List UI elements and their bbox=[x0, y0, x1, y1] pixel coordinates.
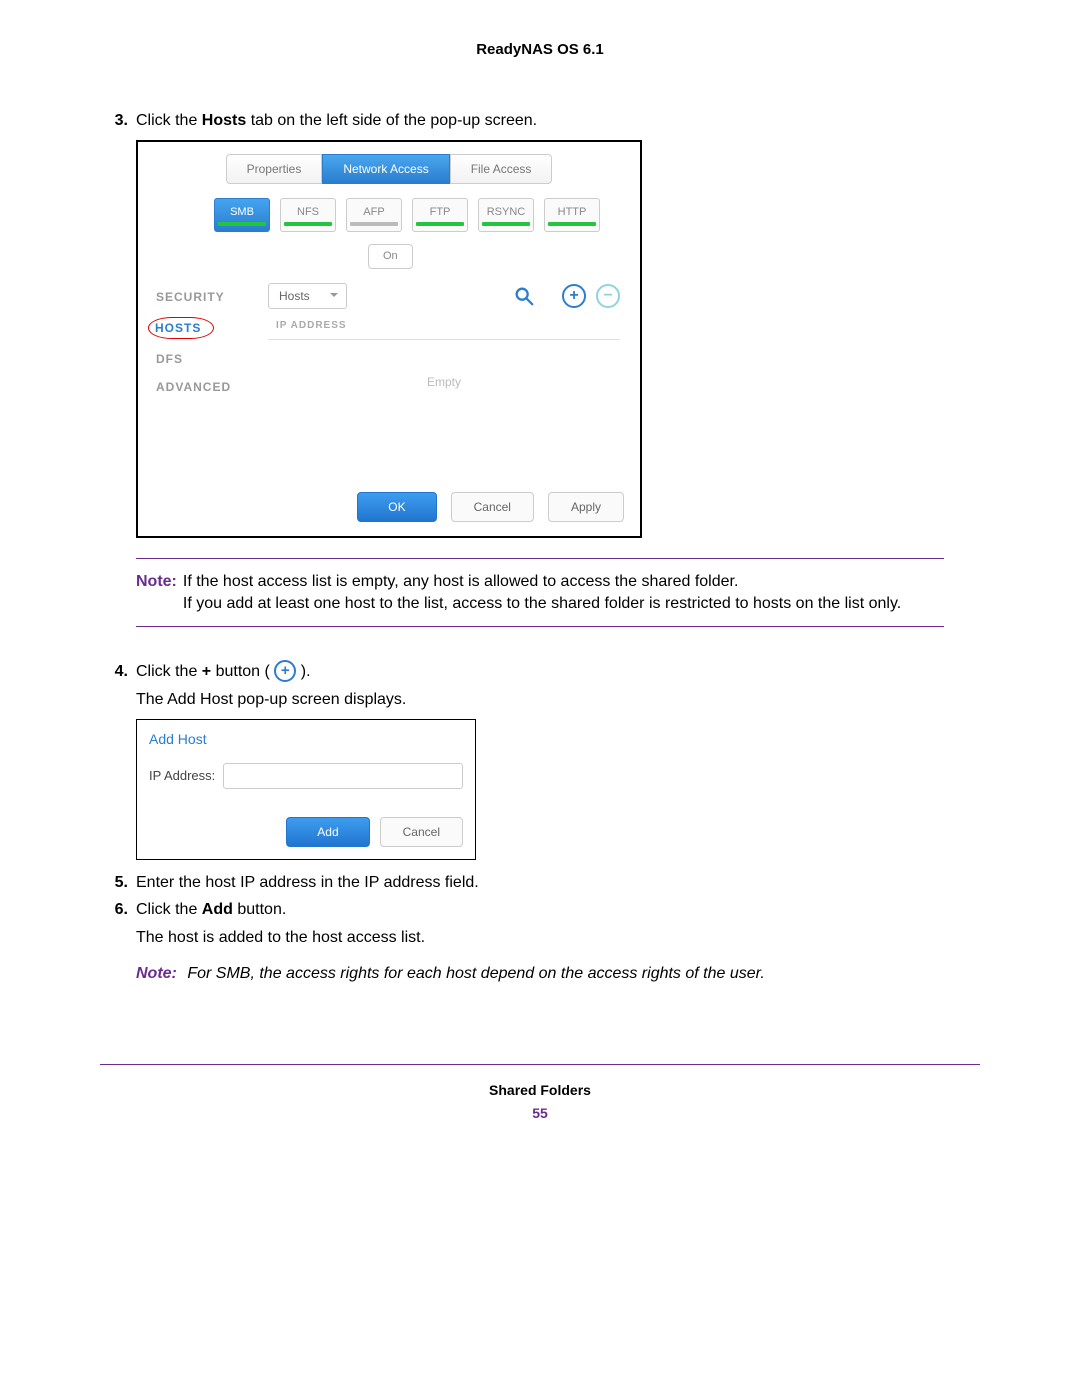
protocol-http-label: HTTP bbox=[545, 205, 599, 220]
step-3-num: 3. bbox=[100, 110, 128, 132]
empty-list-text: Empty bbox=[268, 340, 620, 480]
protocol-nfs-label: NFS bbox=[281, 205, 335, 220]
on-toggle[interactable]: On bbox=[368, 244, 413, 269]
protocol-smb-label: SMB bbox=[215, 205, 269, 220]
step-6-suffix: button. bbox=[233, 901, 286, 918]
tab-file-access[interactable]: File Access bbox=[450, 154, 553, 184]
step-4-sub: The Add Host pop-up screen displays. bbox=[136, 689, 980, 711]
add-host-cancel-button[interactable]: Cancel bbox=[380, 817, 463, 847]
protocol-afp[interactable]: AFP bbox=[346, 198, 402, 232]
note-2-text: For SMB, the access rights for each host… bbox=[187, 965, 764, 982]
note-divider-bottom bbox=[136, 626, 944, 627]
note-divider-top bbox=[136, 558, 944, 559]
note-1-line1: If the host access list is empty, any ho… bbox=[183, 571, 944, 593]
step-4-suffix: ). bbox=[296, 663, 310, 680]
cancel-button[interactable]: Cancel bbox=[451, 492, 534, 522]
step-6: 6. Click the Add button. bbox=[100, 899, 980, 921]
sidebar-item-hosts-label: HOSTS bbox=[155, 321, 201, 335]
add-host-dialog: Add Host IP Address: Add Cancel bbox=[136, 719, 476, 860]
tab-properties[interactable]: Properties bbox=[226, 154, 323, 184]
page-number: 55 bbox=[100, 1104, 980, 1123]
protocol-nfs[interactable]: NFS bbox=[280, 198, 336, 232]
hosts-highlight-circle: HOSTS bbox=[148, 317, 214, 339]
ip-address-column-header: IP ADDRESS bbox=[268, 309, 620, 339]
step-3: 3. Click the Hosts tab on the left side … bbox=[100, 110, 980, 132]
ok-button[interactable]: OK bbox=[357, 492, 436, 522]
tab-network-access[interactable]: Network Access bbox=[322, 154, 449, 184]
note-1: Note: If the host access list is empty, … bbox=[136, 571, 944, 614]
sidebar-item-security[interactable]: SECURITY bbox=[156, 283, 268, 311]
step-5-num: 5. bbox=[100, 872, 128, 894]
add-host-icon[interactable]: + bbox=[562, 284, 586, 308]
note-2: Note: For SMB, the access rights for eac… bbox=[136, 963, 836, 985]
step-6-sub: The host is added to the host access lis… bbox=[136, 927, 980, 949]
step-3-bold: Hosts bbox=[202, 112, 246, 129]
sidebar-item-hosts[interactable]: HOSTS bbox=[156, 311, 268, 345]
footer-section: Shared Folders bbox=[100, 1081, 980, 1100]
hosts-dropdown[interactable]: Hosts bbox=[268, 283, 347, 309]
sidebar-item-dfs[interactable]: DFS bbox=[156, 345, 268, 373]
step-4-bold: + bbox=[202, 663, 211, 680]
remove-host-icon[interactable]: − bbox=[596, 284, 620, 308]
step-3-prefix: Click the bbox=[136, 112, 202, 129]
add-button[interactable]: Add bbox=[286, 817, 369, 847]
ip-address-input[interactable] bbox=[223, 763, 463, 789]
sidebar: SECURITY HOSTS DFS ADVANCED bbox=[138, 283, 268, 480]
protocol-rsync-label: RSYNC bbox=[479, 205, 533, 220]
protocol-afp-label: AFP bbox=[347, 205, 401, 220]
search-icon[interactable] bbox=[512, 284, 536, 308]
ip-address-label: IP Address: bbox=[149, 767, 215, 785]
step-4-text: Click the + button ( + ). bbox=[136, 661, 980, 683]
step-6-prefix: Click the bbox=[136, 901, 202, 918]
note-1-line2: If you add at least one host to the list… bbox=[183, 593, 944, 615]
step-5-text: Enter the host IP address in the IP addr… bbox=[136, 872, 980, 894]
protocol-smb[interactable]: SMB bbox=[214, 198, 270, 232]
step-5: 5. Enter the host IP address in the IP a… bbox=[100, 872, 980, 894]
step-4-num: 4. bbox=[100, 661, 128, 683]
apply-button[interactable]: Apply bbox=[548, 492, 624, 522]
note-2-label: Note: bbox=[136, 965, 177, 982]
footer-rule bbox=[100, 1064, 980, 1065]
sidebar-item-advanced[interactable]: ADVANCED bbox=[156, 373, 268, 401]
hosts-popup-screenshot: Properties Network Access File Access SM… bbox=[136, 140, 642, 538]
plus-icon: + bbox=[274, 660, 296, 682]
step-4: 4. Click the + button ( + ). bbox=[100, 661, 980, 683]
page-footer: Shared Folders 55 bbox=[100, 1081, 980, 1123]
step-6-text: Click the Add button. bbox=[136, 899, 980, 921]
add-host-title: Add Host bbox=[149, 730, 463, 749]
step-4-prefix: Click the bbox=[136, 663, 202, 680]
step-4-mid: button ( bbox=[211, 663, 274, 680]
step-6-num: 6. bbox=[100, 899, 128, 921]
step-6-bold: Add bbox=[202, 901, 233, 918]
protocol-rsync[interactable]: RSYNC bbox=[478, 198, 534, 232]
protocol-ftp-label: FTP bbox=[413, 205, 467, 220]
protocol-ftp[interactable]: FTP bbox=[412, 198, 468, 232]
protocol-http[interactable]: HTTP bbox=[544, 198, 600, 232]
step-3-text: Click the Hosts tab on the left side of … bbox=[136, 110, 980, 132]
step-3-suffix: tab on the left side of the pop-up scree… bbox=[246, 112, 537, 129]
doc-header: ReadyNAS OS 6.1 bbox=[100, 40, 980, 60]
note-label: Note: bbox=[136, 571, 177, 614]
